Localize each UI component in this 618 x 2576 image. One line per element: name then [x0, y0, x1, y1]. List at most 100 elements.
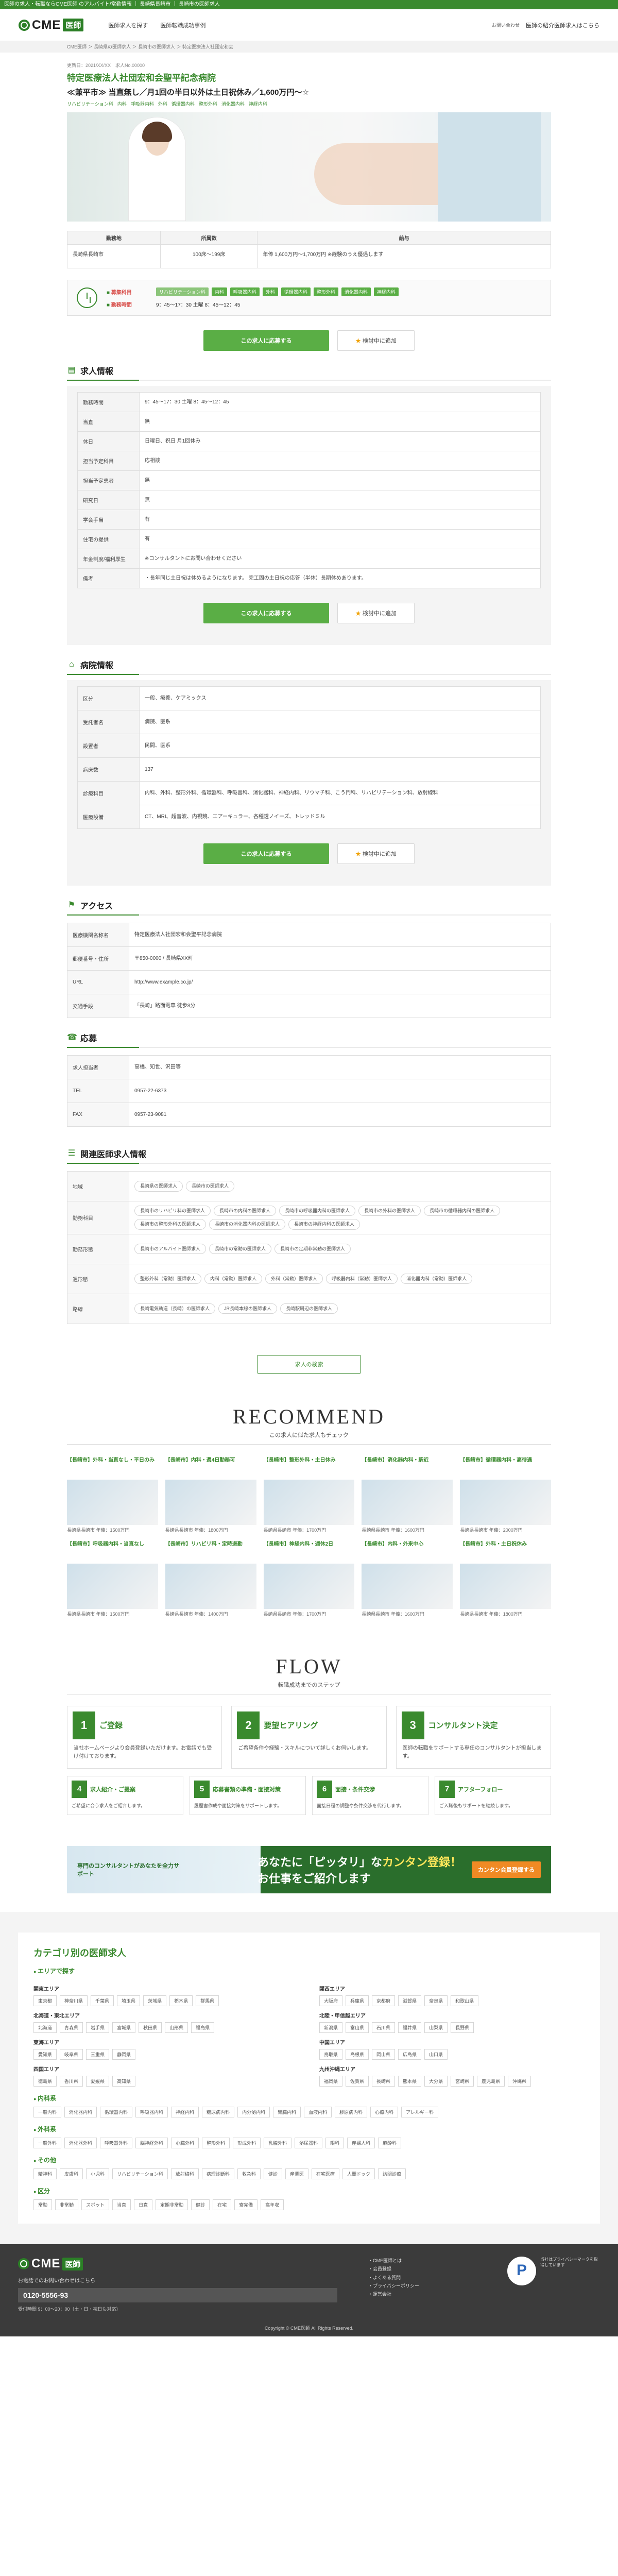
area-pill[interactable]: 宮城県: [112, 2022, 136, 2033]
related-chip[interactable]: 長崎電気軌道（長崎）の医師求人: [134, 1303, 216, 1314]
breadcrumb[interactable]: CME医師 ＞ 長崎県の医師求人 ＞ 長崎市の医師求人 ＞ 特定医療法人社団宏和…: [0, 41, 618, 53]
header-login-link[interactable]: 医師の紹介医師求人はこちら: [526, 21, 599, 29]
area-pill[interactable]: 宮崎県: [451, 2076, 474, 2087]
area-pill[interactable]: 福岡県: [319, 2076, 343, 2087]
area-pill[interactable]: 神奈川県: [60, 1995, 88, 2007]
recommend-card[interactable]: 【長崎市】神経内科・週休2日 長崎県長崎市 年俸：1700万円: [263, 1541, 355, 1618]
category-pill[interactable]: 消化器外科: [64, 2138, 97, 2149]
area-pill[interactable]: 香川県: [60, 2076, 83, 2087]
category-pill[interactable]: 麻酔科: [378, 2138, 402, 2149]
category-pill[interactable]: 心臓外科: [171, 2138, 199, 2149]
category-pill[interactable]: 内分泌内科: [237, 2107, 270, 2118]
banner-register-button[interactable]: カンタン会員登録する: [472, 1861, 541, 1878]
category-pill[interactable]: アレルギー科: [401, 2107, 439, 2118]
area-pill[interactable]: 徳島県: [33, 2076, 57, 2087]
related-chip[interactable]: 長崎市のリハビリ科の医師求人: [134, 1206, 211, 1216]
category-pill[interactable]: 乳腺外科: [264, 2138, 292, 2149]
footer-link[interactable]: ・プライバシーポリシー: [368, 2282, 487, 2290]
job-search-button[interactable]: 求人の検索: [258, 1354, 360, 1374]
category-pill[interactable]: 眼科: [325, 2138, 345, 2149]
category-pill[interactable]: 脳神経外科: [135, 2138, 168, 2149]
category-pill[interactable]: 在宅医療: [311, 2168, 339, 2180]
job-tag[interactable]: 神経内科: [249, 100, 267, 107]
recommend-card[interactable]: 【長崎市】消化器内科・駅近 長崎県長崎市 年俸：1600万円: [362, 1457, 453, 1534]
category-pill[interactable]: 在宅: [213, 2199, 232, 2211]
category-pill[interactable]: スポット: [81, 2199, 110, 2211]
related-chip[interactable]: 長崎市の整形外科の医師求人: [134, 1219, 207, 1230]
recommend-card[interactable]: 【長崎市】循環器内科・高待遇 長崎県長崎市 年俸：2000万円: [460, 1457, 551, 1534]
category-pill[interactable]: 整形外科: [202, 2138, 230, 2149]
category-pill[interactable]: 小児科: [86, 2168, 110, 2180]
related-chip[interactable]: 呼吸器内科（常勤）医師求人: [326, 1274, 398, 1284]
category-pill[interactable]: 呼吸器内科: [135, 2107, 168, 2118]
area-pill[interactable]: 秋田県: [139, 2022, 162, 2033]
category-pill[interactable]: 泌尿器科: [295, 2138, 323, 2149]
area-pill[interactable]: 栃木県: [169, 1995, 193, 2007]
area-pill[interactable]: 大分県: [424, 2076, 448, 2087]
site-logo[interactable]: CME 医師: [19, 18, 84, 32]
related-chip[interactable]: 整形外科（常勤）医師求人: [134, 1274, 202, 1284]
footer-tel[interactable]: 0120-5556-93: [18, 2288, 337, 2303]
category-pill[interactable]: 呼吸器外科: [100, 2138, 133, 2149]
area-pill[interactable]: 静岡県: [112, 2049, 136, 2060]
area-pill[interactable]: 兵庫県: [346, 1995, 369, 2007]
area-pill[interactable]: 鳥取県: [319, 2049, 343, 2060]
category-pill[interactable]: 腎臓内科: [273, 2107, 301, 2118]
footer-link[interactable]: ・CME医師とは: [368, 2257, 487, 2265]
related-chip[interactable]: 長崎市の定期非常勤の医師求人: [274, 1244, 351, 1255]
register-banner[interactable]: 専門のコンサルタントがあなたを全力サポート あなたに「ピッタリ」なカンタン登録！…: [67, 1846, 551, 1894]
apply-button[interactable]: この求人に応募する: [203, 330, 329, 351]
area-pill[interactable]: 滋賀県: [398, 1995, 422, 2007]
related-chip[interactable]: 外科（常勤）医師求人: [265, 1274, 323, 1284]
nav-item-search[interactable]: 医師求人を探す: [108, 21, 148, 29]
area-pill[interactable]: 岐阜県: [60, 2049, 83, 2060]
related-chip[interactable]: 長崎県の医師求人: [134, 1181, 183, 1192]
category-pill[interactable]: 人間ドック: [342, 2168, 375, 2180]
area-pill[interactable]: 山口県: [424, 2049, 448, 2060]
recommend-card[interactable]: 【長崎市】内科・外来中心 長崎県長崎市 年俸：1600万円: [362, 1541, 453, 1618]
area-pill[interactable]: 茨城県: [143, 1995, 167, 2007]
related-chip[interactable]: JR長崎本線の医師求人: [218, 1303, 278, 1314]
category-pill[interactable]: 膠原病内科: [335, 2107, 368, 2118]
related-chip[interactable]: 長崎市の医師求人: [186, 1181, 235, 1192]
apply-button[interactable]: この求人に応募する: [203, 603, 329, 623]
category-pill[interactable]: 皮膚科: [60, 2168, 83, 2180]
add-favorite-button[interactable]: ★ 検討中に追加: [337, 603, 415, 623]
category-pill[interactable]: 一般内科: [33, 2107, 62, 2118]
area-pill[interactable]: 京都府: [372, 1995, 396, 2007]
recommend-card[interactable]: 【長崎市】リハビリ科・定時退勤 長崎県長崎市 年俸：1400万円: [165, 1541, 256, 1618]
category-pill[interactable]: 神経内科: [171, 2107, 199, 2118]
area-pill[interactable]: 青森県: [60, 2022, 83, 2033]
footer-logo[interactable]: CME 医師: [18, 2257, 348, 2271]
category-pill[interactable]: 産業医: [285, 2168, 308, 2180]
area-pill[interactable]: 石川県: [372, 2022, 396, 2033]
area-pill[interactable]: 愛媛県: [86, 2076, 110, 2087]
category-pill[interactable]: 健診: [263, 2168, 282, 2180]
recommend-card[interactable]: 【長崎市】外科・土日祝休み 長崎県長崎市 年俸：1800万円: [460, 1541, 551, 1618]
nav-item-success[interactable]: 医師転職成功事例: [160, 21, 205, 29]
category-pill[interactable]: 精神科: [33, 2168, 57, 2180]
job-tag[interactable]: 外科: [158, 100, 167, 107]
category-pill[interactable]: 消化器内科: [64, 2107, 97, 2118]
area-pill[interactable]: 長崎県: [372, 2076, 396, 2087]
related-chip[interactable]: 長崎駅周辺の医師求人: [280, 1303, 338, 1314]
related-chip[interactable]: 長崎市の消化器内科の医師求人: [209, 1219, 286, 1230]
category-pill[interactable]: 循環器内科: [100, 2107, 133, 2118]
area-pill[interactable]: 山形県: [165, 2022, 188, 2033]
category-pill[interactable]: 訪問診療: [377, 2168, 406, 2180]
related-chip[interactable]: 消化器内科（常勤）医師求人: [401, 1274, 473, 1284]
area-pill[interactable]: 佐賀県: [346, 2076, 369, 2087]
related-chip[interactable]: 長崎市の神経内科の医師求人: [288, 1219, 360, 1230]
area-pill[interactable]: 群馬県: [196, 1995, 219, 2007]
area-pill[interactable]: 三重県: [86, 2049, 110, 2060]
area-pill[interactable]: 北海道: [33, 2022, 57, 2033]
related-chip[interactable]: 長崎市の循環器内科の医師求人: [424, 1206, 501, 1216]
category-pill[interactable]: 高年収: [261, 2199, 284, 2211]
job-tag[interactable]: 整形外科: [199, 100, 217, 107]
area-pill[interactable]: 福島県: [191, 2022, 215, 2033]
footer-link[interactable]: ・運営会社: [368, 2290, 487, 2298]
recommend-card[interactable]: 【長崎市】内科・週4日勤務可 長崎県長崎市 年俸：1800万円: [165, 1457, 256, 1534]
category-pill[interactable]: 産婦人科: [347, 2138, 375, 2149]
category-pill[interactable]: 病理診断科: [201, 2168, 234, 2180]
footer-link[interactable]: ・会員登録: [368, 2265, 487, 2273]
